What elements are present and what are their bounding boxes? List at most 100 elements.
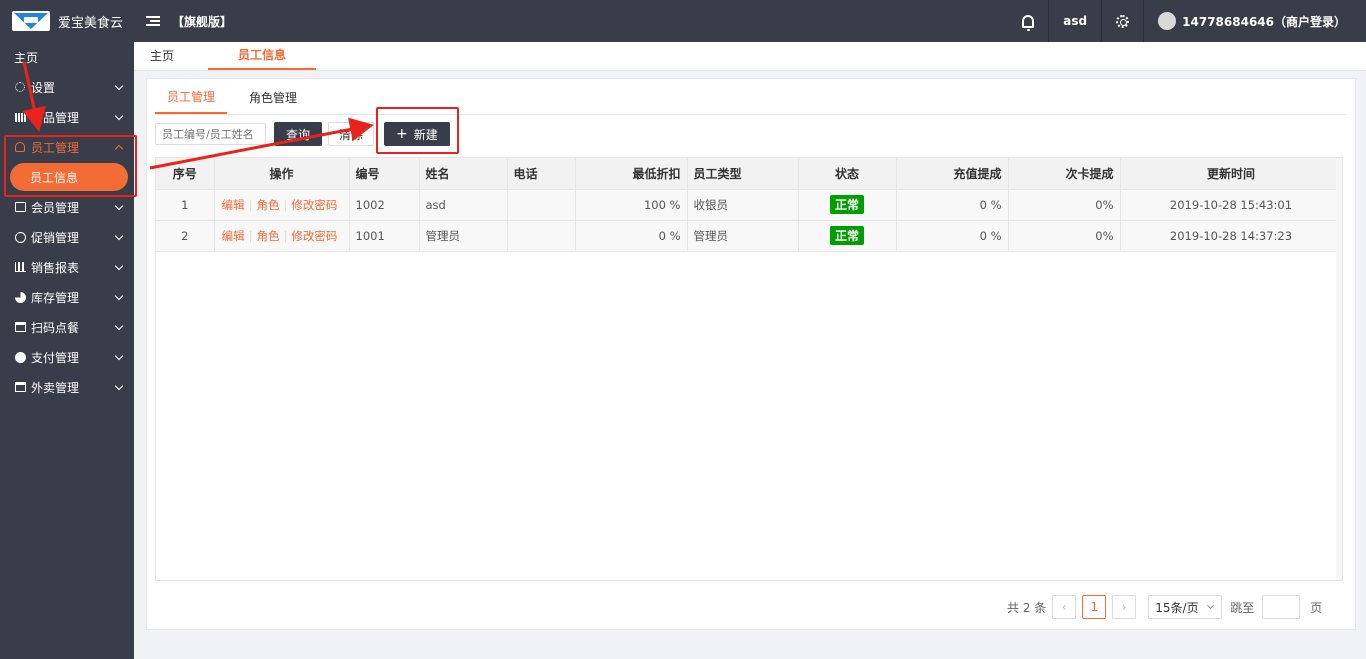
cell-discount: 0 % bbox=[575, 220, 688, 252]
sidebar-item-settings[interactable]: 设置 bbox=[0, 72, 134, 102]
sidebar-item-home[interactable]: 主页 bbox=[0, 42, 134, 72]
menu-toggle-icon[interactable] bbox=[146, 13, 162, 29]
prev-page-button[interactable]: ‹ bbox=[1052, 595, 1077, 619]
tab-label: 角色管理 bbox=[249, 90, 298, 105]
change-password-link[interactable]: 修改密码 bbox=[291, 229, 337, 243]
cell-updated: 2019-10-28 14:37:23 bbox=[1120, 220, 1342, 252]
employee-table: 序号 操作 编号 姓名 电话 最低折扣 员工类型 状态 充值提成 次卡提成 更新… bbox=[155, 157, 1343, 581]
chevron-down-icon bbox=[114, 81, 124, 90]
sidebar-item-label: 主页 bbox=[14, 50, 39, 65]
sidebar-item-reports[interactable]: 销售报表 bbox=[0, 252, 134, 282]
check-circle-icon bbox=[14, 231, 26, 243]
account-label: 14778684646（商户登录） bbox=[1182, 14, 1346, 29]
sidebar-item-scan-order[interactable]: 扫码点餐 bbox=[0, 312, 134, 342]
gear-icon bbox=[14, 81, 26, 93]
cell-updated: 2019-10-28 15:43:01 bbox=[1120, 189, 1342, 221]
cell-code: 1002 bbox=[349, 189, 420, 221]
sidebar-item-products[interactable]: 商品管理 bbox=[0, 102, 134, 132]
page-size-select[interactable]: 15条/页 bbox=[1148, 595, 1223, 619]
col-discount: 最低折扣 bbox=[575, 158, 688, 190]
cell-recharge: 0 % bbox=[896, 220, 1009, 252]
content-panel: 员工管理 角色管理 查询 清除 + 新建 bbox=[146, 78, 1356, 630]
sidebar-item-delivery[interactable]: 外卖管理 bbox=[0, 372, 134, 402]
query-button[interactable]: 查询 bbox=[274, 122, 323, 146]
sidebar-item-payment[interactable]: 支付管理 bbox=[0, 342, 134, 372]
chevron-down-icon bbox=[114, 381, 124, 390]
cell-ops: 编辑 | 角色 | 修改密码 bbox=[214, 189, 350, 221]
account-menu[interactable]: 14778684646（商户登录） bbox=[1143, 0, 1366, 42]
cell-type: 管理员 bbox=[687, 220, 799, 252]
col-name: 姓名 bbox=[419, 158, 508, 190]
cell-card: 0% bbox=[1008, 189, 1121, 221]
sidebar-item-label: 库存管理 bbox=[31, 290, 80, 305]
page-1-button[interactable]: 1 bbox=[1082, 595, 1107, 619]
cell-status: 正常 bbox=[798, 220, 897, 252]
page-number: 1 bbox=[1090, 600, 1099, 614]
cell-discount: 100 % bbox=[575, 189, 688, 221]
username-label: asd bbox=[1063, 14, 1088, 28]
username-button[interactable]: asd bbox=[1048, 0, 1101, 42]
role-link[interactable]: 角色 bbox=[257, 229, 280, 243]
tab-label: 员工管理 bbox=[167, 89, 216, 104]
cell-recharge: 0 % bbox=[896, 189, 1009, 221]
settings-button[interactable] bbox=[1101, 0, 1143, 42]
bell-icon bbox=[1022, 14, 1035, 31]
clear-button[interactable]: 清除 bbox=[328, 122, 375, 146]
pie-chart-icon bbox=[14, 291, 26, 303]
scan-icon bbox=[14, 321, 26, 333]
gear-icon bbox=[1116, 14, 1130, 28]
card-icon bbox=[14, 201, 26, 213]
toolbar: 查询 清除 + 新建 bbox=[147, 115, 1355, 153]
jump-label: 跳至 bbox=[1230, 600, 1255, 615]
sidebar-item-promotions[interactable]: 促销管理 bbox=[0, 222, 134, 252]
button-label: 查询 bbox=[286, 127, 311, 142]
sidebar-item-label: 设置 bbox=[31, 80, 56, 95]
cell-name: 管理员 bbox=[419, 220, 508, 252]
status-badge: 正常 bbox=[829, 195, 864, 214]
tab-label: 主页 bbox=[150, 49, 175, 63]
table-scrollbar[interactable] bbox=[1336, 158, 1342, 580]
annotation-box-staff-menu bbox=[4, 135, 137, 197]
coin-icon bbox=[14, 351, 26, 363]
col-recharge: 充值提成 bbox=[896, 158, 1009, 190]
chevron-down-icon bbox=[114, 321, 124, 330]
chevron-down-icon bbox=[114, 201, 124, 210]
sub-tabbar: 员工管理 角色管理 bbox=[155, 79, 1347, 115]
page-jump-input[interactable] bbox=[1262, 595, 1301, 619]
sidebar-item-inventory[interactable]: 库存管理 bbox=[0, 282, 134, 312]
grid-icon bbox=[14, 111, 26, 123]
edit-link[interactable]: 编辑 bbox=[222, 198, 245, 212]
cell-status: 正常 bbox=[798, 189, 897, 221]
sidebar-item-label: 会员管理 bbox=[31, 200, 80, 215]
sidebar-item-label: 支付管理 bbox=[31, 350, 80, 365]
avatar bbox=[1158, 12, 1177, 30]
tab-staff-info[interactable]: 员工信息 bbox=[208, 41, 316, 70]
tab-role-management[interactable]: 角色管理 bbox=[237, 80, 309, 114]
col-op: 操作 bbox=[214, 158, 350, 190]
next-page-button[interactable]: › bbox=[1112, 595, 1137, 619]
sidebar-item-label: 促销管理 bbox=[31, 230, 80, 245]
chevron-right-icon: › bbox=[1121, 600, 1127, 614]
chevron-down-icon bbox=[114, 111, 124, 120]
notification-button[interactable] bbox=[1008, 0, 1048, 42]
tab-employee-management[interactable]: 员工管理 bbox=[155, 80, 228, 114]
cell-ops: 编辑 | 角色 | 修改密码 bbox=[214, 220, 350, 252]
change-password-link[interactable]: 修改密码 bbox=[291, 198, 337, 212]
role-link[interactable]: 角色 bbox=[257, 198, 280, 212]
logo[interactable]: 爱宝美食云 bbox=[0, 0, 134, 42]
button-label: 清除 bbox=[339, 127, 364, 142]
chevron-down-icon bbox=[114, 351, 124, 360]
chevron-down-icon bbox=[1207, 601, 1215, 610]
logo-text: 爱宝美食云 bbox=[58, 15, 124, 31]
chevron-down-icon bbox=[114, 261, 124, 270]
search-input[interactable] bbox=[155, 123, 266, 145]
table-row: 1 编辑 | 角色 | 修改密码 1002 asd 100 % 收银员 正常 0 % 0… bbox=[156, 189, 1342, 221]
sidebar-item-label: 商品管理 bbox=[31, 110, 80, 125]
tab-home[interactable]: 主页 bbox=[134, 41, 208, 70]
delivery-icon bbox=[14, 381, 26, 393]
edit-link[interactable]: 编辑 bbox=[222, 229, 245, 243]
pager-total: 共 2 条 bbox=[1007, 600, 1047, 615]
col-code: 编号 bbox=[349, 158, 420, 190]
chevron-down-icon bbox=[114, 291, 124, 300]
top-bar: 爱宝美食云 【旗舰版】 asd 14778684646（商户登录） bbox=[0, 0, 1366, 42]
